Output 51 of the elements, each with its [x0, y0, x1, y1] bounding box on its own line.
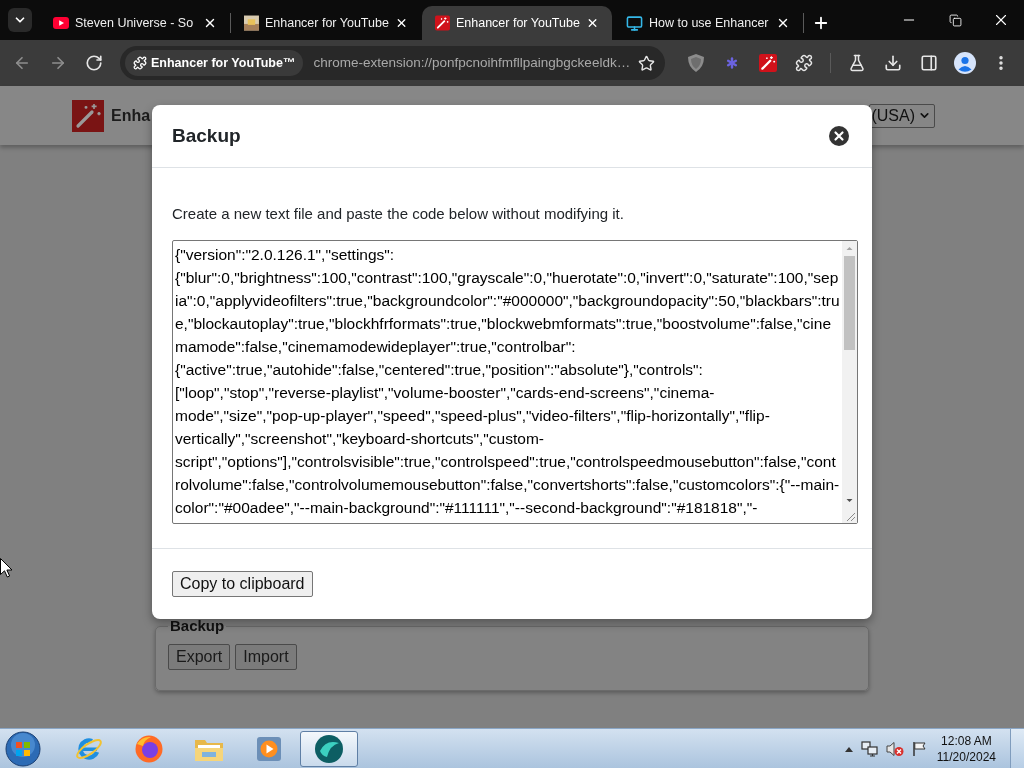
speaker-muted-icon[interactable]: [885, 740, 904, 757]
browser-tab[interactable]: Steven Universe - So: [40, 6, 230, 40]
start-orb-icon[interactable]: [5, 730, 41, 767]
close-icon[interactable]: [829, 126, 849, 146]
taskbar-button[interactable]: [300, 730, 358, 767]
flag-icon[interactable]: [911, 740, 927, 757]
new-tab-icon[interactable]: [812, 14, 830, 32]
monitor-icon: [626, 14, 643, 32]
shield-icon[interactable]: [687, 53, 705, 73]
download-icon[interactable]: [884, 54, 902, 72]
play-tile-icon: [256, 735, 282, 762]
page-title: Enha: [111, 105, 151, 126]
orb-app-icon: [314, 733, 344, 764]
import-button[interactable]: Import: [235, 643, 297, 670]
mouse-pointer-icon: [0, 558, 13, 578]
wand-tile-icon: [759, 54, 777, 72]
bookmark-star-icon[interactable]: [638, 54, 655, 72]
export-button[interactable]: Export: [168, 643, 231, 670]
browser-tab[interactable]: Enhancer for YouTube: [422, 6, 612, 40]
code-textarea[interactable]: {"version":"2.0.126.1","settings":{"blur":0,"brightness":100,"contrast":100,"grayscale":0,"huerotate":0,"invert":0,"saturate":100,"sepia":0,"applyvideofilters":true,"backgroundcolor":"#000000","backgroundopacity":50,"blackbars":true,"blockautoplay":true,"blockhfrformats":true,"blockwebmformats":true,"boostvolume":false,"cinemamode":false,"cinemamodewideplayer":true,"controlbar":{"active":true,"autohide":false,"centered":true,"position":"absolute"},"controls":["loop","stop","reverse-playlist","volume-booster","cards-end-screens","cinema-mode","size","pop-up-player","speed","speed-plus","video-filters","flip-horizontally","flip-vertically","screenshot","keyboard-shortcuts","custom-script","options"],"controlsvisible":true,"controlspeed":true,"controlspeedmousebutton":false,"controlvolume":false,"controlvolumemousebutton":false,"convertshorts":false,"customcolors":{"--main-color":"#00adee","--main-background":"#111111","--second-background":"#181818","-: [172, 240, 858, 524]
restore-icon[interactable]: [948, 13, 962, 27]
address-bar[interactable]: Enhancer for YouTube™ chrome-extension://ponfpcnoihfmfllpaingbgckeeldk…: [120, 46, 665, 80]
logo-icon: [72, 99, 104, 132]
language-select[interactable]: (USA): [869, 103, 935, 128]
reload-icon[interactable]: [85, 54, 103, 72]
wand-icon: [435, 15, 450, 31]
flame-globe-icon: [134, 733, 164, 764]
url-text: chrome-extension://ponfpcnoihfmfllpaingbgckeeldk…: [313, 53, 631, 72]
tab-list-button[interactable]: [8, 8, 32, 32]
browser-tab[interactable]: Enhancer for YouTube: [231, 6, 421, 40]
thumbnail-icon: [244, 15, 259, 31]
caret-up-icon[interactable]: [844, 745, 853, 752]
extensions-icon[interactable]: [795, 54, 813, 72]
scrollbar[interactable]: [842, 241, 857, 523]
scrollbar-thumb[interactable]: [844, 256, 855, 350]
avatar-icon[interactable]: [954, 52, 976, 74]
section-legend: Backup: [168, 615, 227, 638]
copy-button[interactable]: Copy to clipboard: [172, 571, 313, 597]
play-logo-icon: [53, 17, 69, 29]
instruction-text: Create a new text file and paste the code below without modifying it.: [172, 204, 625, 224]
flask-icon[interactable]: [848, 54, 866, 72]
close-icon[interactable]: [776, 16, 790, 30]
close-icon[interactable]: [203, 16, 217, 30]
dialog-title: Backup: [172, 123, 241, 148]
side-panel-icon[interactable]: [920, 54, 938, 72]
site-chip[interactable]: Enhancer for YouTube™: [125, 50, 304, 76]
puzzle-icon: [133, 56, 147, 70]
clock-time: 12:08 AM: [941, 732, 992, 749]
browser-tab[interactable]: How to use Enhancer: [613, 6, 803, 40]
clock-date: 11/20/2024: [936, 748, 996, 765]
network-icon[interactable]: [860, 740, 878, 757]
